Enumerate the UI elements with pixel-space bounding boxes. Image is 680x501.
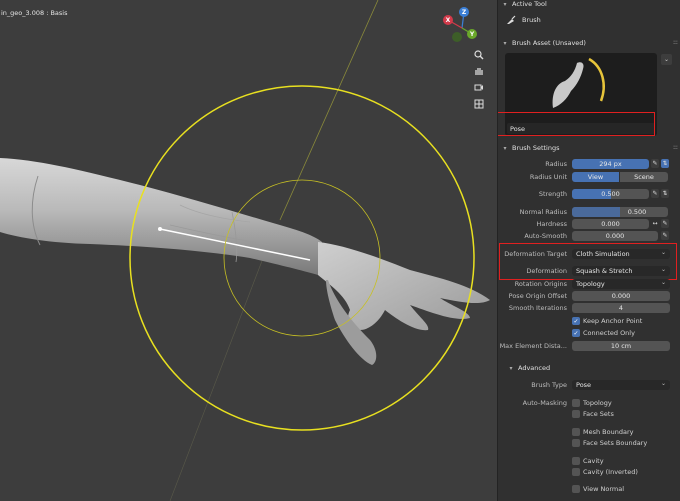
drag-handle-icon[interactable]: :::: bbox=[673, 39, 678, 46]
deformation-target-label: Deformation Target bbox=[504, 250, 567, 258]
checkbox-icon bbox=[572, 457, 580, 465]
auto-masking-topology-checkbox[interactable]: Topology bbox=[572, 398, 612, 408]
camera-icon[interactable] bbox=[472, 80, 486, 94]
radius-field[interactable]: 294 px bbox=[572, 159, 649, 169]
forearm-mesh bbox=[0, 158, 322, 275]
strength-pressure-toggle-icon[interactable]: ⇅ bbox=[661, 189, 669, 198]
pressure-icon[interactable]: ✎ bbox=[661, 231, 669, 240]
auto-masking-view-normal-checkbox[interactable]: View Normal bbox=[572, 484, 624, 494]
smooth-iterations-label: Smooth Iterations bbox=[508, 304, 567, 312]
auto-smooth-label: Auto-Smooth bbox=[524, 232, 567, 240]
tool-name: Brush bbox=[522, 16, 541, 24]
strength-label: Strength bbox=[538, 190, 567, 198]
checkbox-icon bbox=[572, 428, 580, 436]
pose-origin-offset-label: Pose Origin Offset bbox=[508, 292, 567, 300]
pressure-icon[interactable]: ✎ bbox=[651, 189, 659, 198]
checkbox-icon bbox=[572, 399, 580, 407]
auto-masking-mesh-boundary-checkbox[interactable]: Mesh Boundary bbox=[572, 427, 633, 437]
auto-smooth-slider[interactable]: 0.000 bbox=[572, 231, 658, 241]
radius-unit-scene-button[interactable]: Scene bbox=[620, 172, 668, 182]
pressure-icon[interactable]: ✎ bbox=[661, 219, 669, 228]
checkbox-icon: ✓ bbox=[572, 329, 580, 337]
gizmo-y-axis[interactable]: Y bbox=[467, 29, 477, 39]
zoom-icon[interactable] bbox=[472, 48, 486, 62]
checkbox-icon bbox=[572, 485, 580, 493]
radius-pressure-toggle-icon[interactable]: ⇅ bbox=[661, 159, 669, 168]
checkbox-icon bbox=[572, 468, 580, 476]
auto-masking-label: Auto-Masking bbox=[522, 399, 567, 407]
grid-axis-line bbox=[279, 0, 379, 221]
keep-anchor-point-checkbox[interactable]: ✓ Keep Anchor Point bbox=[572, 316, 642, 326]
chevron-down-icon: ▾ bbox=[503, 39, 507, 47]
brush-icon bbox=[507, 15, 516, 24]
max-element-distance-field[interactable]: 10 cm bbox=[572, 341, 670, 351]
3d-viewport[interactable]: in_geo_3.008 : Basis Z X Y bbox=[0, 0, 497, 501]
brush-preview[interactable]: Pose bbox=[505, 53, 657, 136]
checkbox-icon: ✓ bbox=[572, 317, 580, 325]
chevron-down-icon: ⌄ bbox=[660, 380, 666, 387]
pose-origin-offset-field[interactable]: 0.000 bbox=[572, 291, 670, 301]
gizmo-z-axis[interactable]: Z bbox=[459, 7, 469, 17]
gizmo-x-axis[interactable]: X bbox=[443, 15, 453, 25]
brush-name-field[interactable]: Pose bbox=[507, 123, 655, 134]
chevron-down-icon: ⌄ bbox=[660, 249, 666, 256]
hardness-label: Hardness bbox=[536, 220, 567, 228]
brush-thumbnail bbox=[552, 57, 605, 108]
rotation-origins-dropdown[interactable]: Topology ⌄ bbox=[572, 279, 670, 289]
pressure-icon[interactable]: ✎ bbox=[651, 159, 659, 168]
advanced-header[interactable]: ▾ Advanced bbox=[498, 362, 680, 374]
hardness-slider[interactable]: 0.000 bbox=[572, 219, 649, 229]
active-tool-row[interactable]: Brush bbox=[506, 14, 541, 26]
max-element-distance-label: Max Element Dista... bbox=[499, 342, 567, 350]
object-title: in_geo_3.008 : Basis bbox=[1, 9, 68, 17]
checkbox-icon bbox=[572, 439, 580, 447]
deformation-target-dropdown[interactable]: Cloth Simulation ⌄ bbox=[572, 249, 670, 259]
brush-type-label: Brush Type bbox=[531, 381, 567, 389]
brush-browse-dropdown[interactable]: ⌄ bbox=[661, 54, 672, 65]
deformation-dropdown[interactable]: Squash & Stretch ⌄ bbox=[572, 266, 670, 276]
deformation-label: Deformation bbox=[526, 267, 567, 275]
active-tool-header[interactable]: ▾ Active Tool bbox=[498, 0, 680, 10]
auto-masking-face-sets-boundary-checkbox[interactable]: Face Sets Boundary bbox=[572, 438, 647, 448]
auto-masking-face-sets-checkbox[interactable]: Face Sets bbox=[572, 409, 614, 419]
double-arrow-icon[interactable]: ↔ bbox=[651, 219, 659, 228]
brush-type-dropdown[interactable]: Pose ⌄ bbox=[572, 380, 670, 390]
auto-masking-cavity-checkbox[interactable]: Cavity bbox=[572, 456, 604, 466]
pose-origin-point bbox=[158, 227, 162, 231]
grid-axis-line bbox=[169, 239, 271, 501]
brush-settings-header[interactable]: ▾ Brush Settings :::: bbox=[498, 142, 680, 154]
viewport-scene bbox=[0, 0, 490, 501]
connected-only-checkbox[interactable]: ✓ Connected Only bbox=[572, 328, 635, 338]
properties-panel: ▾ Active Tool Brush ▾ Brush Asset (Unsav… bbox=[497, 0, 680, 501]
chevron-down-icon: ▾ bbox=[509, 364, 513, 372]
radius-unit-label: Radius Unit bbox=[529, 173, 567, 181]
brush-asset-header[interactable]: ▾ Brush Asset (Unsaved) :::: bbox=[498, 37, 680, 49]
chevron-down-icon: ⌄ bbox=[660, 266, 666, 273]
hand-pan-icon[interactable] bbox=[472, 64, 486, 78]
chevron-down-icon: ▾ bbox=[503, 0, 507, 8]
checkbox-icon bbox=[572, 410, 580, 418]
rotation-origins-label: Rotation Origins bbox=[514, 280, 567, 288]
chevron-down-icon: ▾ bbox=[503, 144, 507, 152]
smooth-iterations-field[interactable]: 4 bbox=[572, 303, 670, 313]
auto-masking-cavity-inverted-checkbox[interactable]: Cavity (Inverted) bbox=[572, 467, 638, 477]
normal-radius-slider[interactable]: 0.500 bbox=[572, 207, 668, 217]
navigation-gizmo[interactable]: Z X Y bbox=[438, 2, 478, 42]
drag-handle-icon[interactable]: :::: bbox=[673, 144, 678, 151]
strength-slider[interactable]: 0.500 bbox=[572, 189, 649, 199]
normal-radius-label: Normal Radius bbox=[519, 208, 567, 216]
radius-unit-view-button[interactable]: View bbox=[572, 172, 619, 182]
grid-icon[interactable] bbox=[472, 97, 486, 111]
radius-label: Radius bbox=[545, 160, 567, 168]
chevron-down-icon: ⌄ bbox=[660, 279, 666, 286]
gizmo-neg-y[interactable] bbox=[452, 32, 462, 42]
